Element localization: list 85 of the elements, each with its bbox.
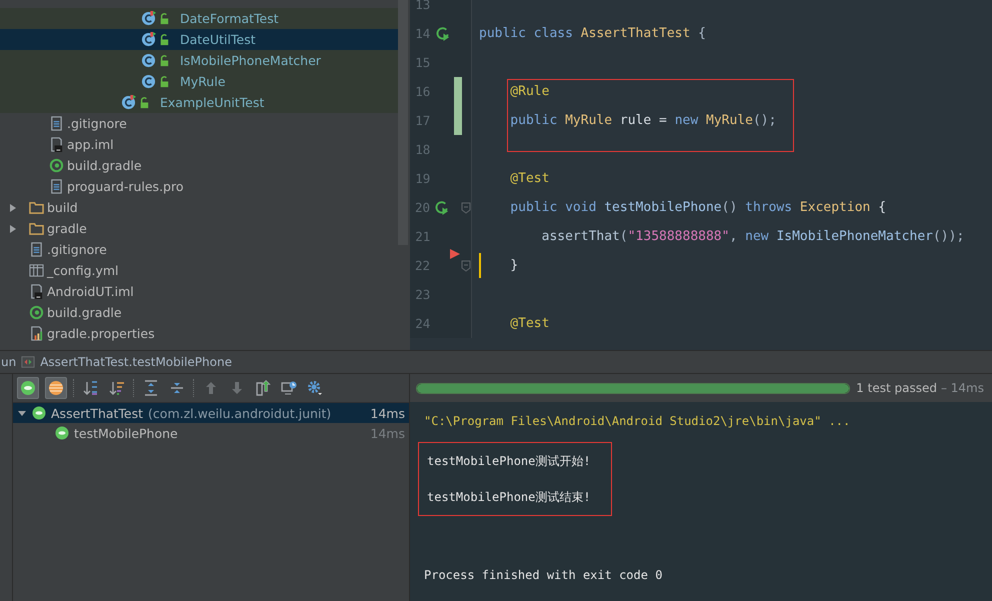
text-file-icon	[49, 179, 64, 194]
tree-item[interactable]: build	[0, 197, 398, 218]
code-line: public class AssertThatTest {	[479, 26, 706, 41]
tree-item[interactable]: app.iml	[0, 134, 398, 155]
tab-label[interactable]: un	[1, 355, 16, 369]
collapse-all-icon[interactable]	[169, 380, 185, 396]
console-line: testMobilePhone测试开始!	[426, 453, 592, 470]
text-file-icon	[29, 242, 44, 257]
test-duration: 14ms	[370, 426, 405, 440]
properties-file-icon	[29, 326, 44, 341]
test-duration: 14ms	[370, 406, 405, 420]
tree-item[interactable]: proguard-rules.pro	[0, 176, 398, 197]
folder-icon	[29, 221, 44, 236]
test-tree-item[interactable]: testMobilePhone 14ms	[13, 423, 409, 443]
tree-item[interactable]: build.gradle	[0, 302, 398, 323]
line-number: 16	[414, 84, 430, 99]
code-line: @Rule	[509, 84, 550, 99]
line-number: 13	[414, 0, 430, 12]
tree-item[interactable]: DateUtilTest	[0, 29, 398, 50]
class-icon	[141, 53, 171, 68]
test-summary: 1 test passed	[856, 381, 937, 395]
export-icon[interactable]	[255, 380, 271, 396]
test-class-icon	[121, 95, 151, 110]
line-number: 23	[414, 287, 430, 302]
tree-item[interactable]: AndroidUT.iml	[0, 281, 398, 302]
expand-arrow-icon[interactable]	[17, 408, 27, 418]
scrollbar[interactable]	[398, 0, 408, 245]
expand-arrow-icon[interactable]	[8, 224, 18, 234]
line-number: 19	[414, 171, 430, 186]
tree-item[interactable]: .gitignore	[0, 239, 398, 260]
test-class-icon	[141, 32, 171, 47]
expand-arrow-icon[interactable]	[8, 202, 18, 212]
code-line: @Test	[509, 316, 550, 331]
run-test-icon[interactable]	[434, 200, 450, 215]
test-class-icon	[141, 11, 171, 26]
run-test-icon[interactable]	[434, 26, 450, 41]
code-line: }	[509, 258, 518, 273]
code-line: public void testMobilePhone() throws Exception {	[509, 200, 886, 215]
line-number: 17	[414, 113, 430, 128]
test-name: testMobilePhone	[74, 426, 178, 440]
tree-item[interactable]: _config.yml	[0, 260, 398, 281]
line-number: 22	[414, 258, 430, 273]
tree-item[interactable]: ExampleUnitTest	[0, 92, 398, 113]
line-number: 21	[414, 229, 430, 244]
history-icon[interactable]	[281, 380, 297, 396]
tree-item[interactable]: IsMobilePhoneMatcher	[0, 50, 398, 71]
split-run-icon	[21, 355, 36, 369]
text-file-icon	[49, 116, 64, 131]
tree-item[interactable]: .gitignore	[0, 113, 398, 134]
table-file-icon	[29, 263, 44, 278]
module-file-icon	[29, 284, 44, 299]
fold-icon[interactable]	[460, 202, 471, 214]
tree-item[interactable]: gradle.properties	[0, 323, 398, 344]
sort-by-duration-icon[interactable]	[109, 380, 125, 396]
class-icon	[141, 74, 171, 89]
gradle-file-icon	[49, 158, 64, 173]
test-name: AssertThatTest	[51, 406, 144, 420]
line-number: 18	[414, 142, 430, 157]
console-line: Process finished with exit code 0	[423, 567, 664, 584]
run-config-title[interactable]: AssertThatTest.testMobilePhone	[40, 355, 232, 369]
console-line: testMobilePhone测试结束!	[426, 489, 592, 506]
code-line: public MyRule rule = new MyRule();	[509, 113, 776, 128]
code-line: assertThat("13588888888", new IsMobilePhoneMatcher());	[540, 229, 964, 244]
tree-item[interactable]: DateFormatTest	[0, 8, 398, 29]
expand-all-icon[interactable]	[143, 380, 159, 396]
line-number: 20	[414, 200, 430, 215]
module-file-icon	[49, 137, 64, 152]
folder-icon	[29, 200, 44, 215]
package-name: (com.zl.weilu.androidut.junit)	[148, 406, 332, 420]
show-passed-toggle[interactable]	[17, 377, 39, 399]
test-tree-item[interactable]: AssertThatTest (com.zl.weilu.androidut.junit) 14ms	[13, 403, 409, 423]
tree-item[interactable]: gradle	[0, 218, 398, 239]
show-ignored-toggle[interactable]	[45, 377, 67, 399]
tree-item[interactable]: build.gradle	[0, 155, 398, 176]
line-number: 15	[414, 55, 430, 70]
tree-item[interactable]: MyRule	[0, 71, 398, 92]
line-number: 14	[414, 26, 430, 41]
console-line: "C:\Program Files\Android\Android Studio2\jre\bin\java" ...	[423, 413, 852, 430]
sort-alphabetically-icon[interactable]	[83, 380, 99, 396]
line-number: 24	[414, 316, 430, 331]
gradle-file-icon	[29, 305, 44, 320]
test-duration: – 14ms	[940, 381, 984, 395]
settings-icon[interactable]	[307, 380, 323, 396]
code-line: @Test	[509, 171, 550, 186]
fold-icon[interactable]	[460, 260, 471, 272]
